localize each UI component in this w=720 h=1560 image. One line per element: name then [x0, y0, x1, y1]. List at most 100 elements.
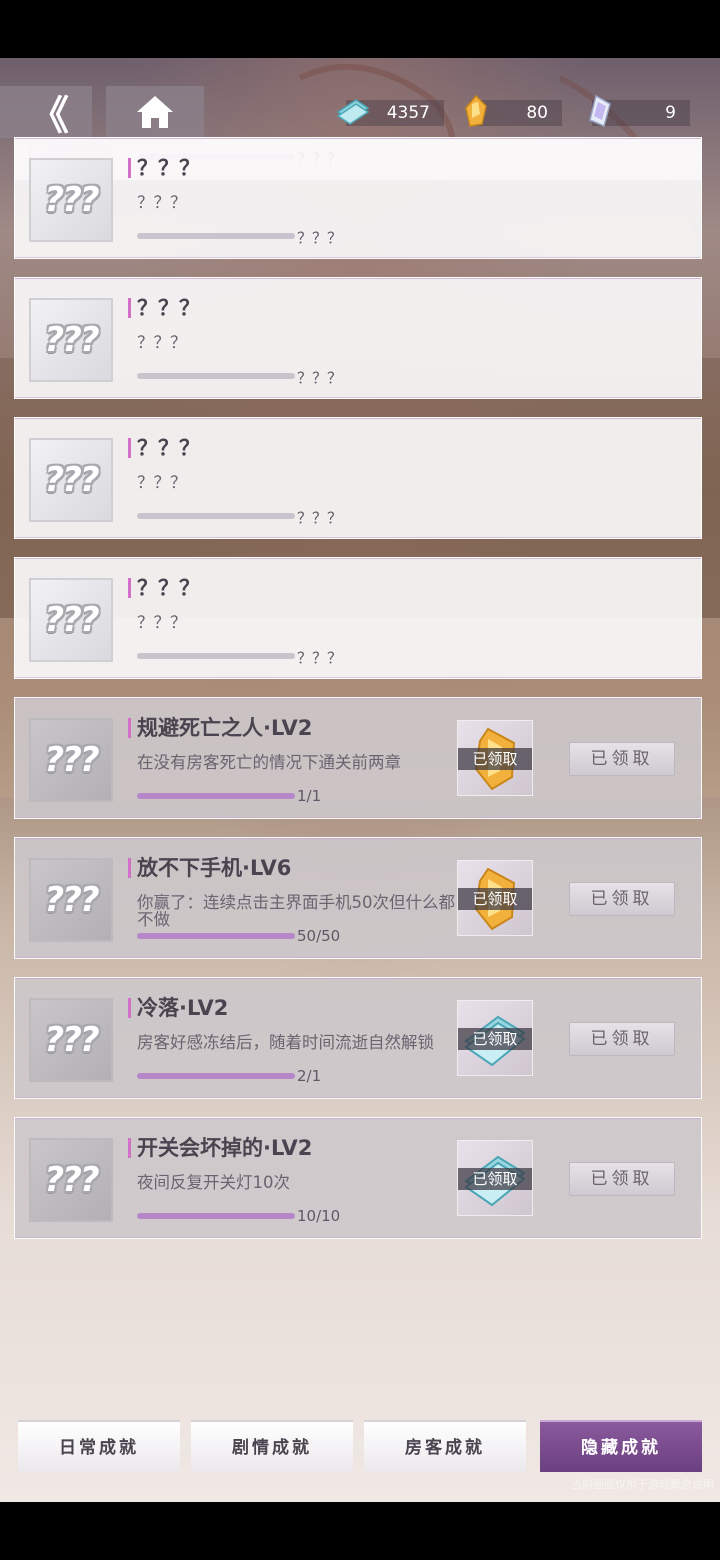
- home-button[interactable]: [106, 86, 204, 138]
- achievement-list[interactable]: ??? ？？？ ？？？??? ？？？ ？？？ ？？？??? ？？？ ？？？ ？？？??? ？？？ ？…: [14, 137, 702, 1317]
- achievement-card[interactable]: ??? 冷落·LV2 房客好感冻结后，随着时间流逝自然解锁 2/1 已领取 已领取: [14, 977, 702, 1099]
- thumb-text: ???: [44, 460, 99, 500]
- resource-prism: 9: [589, 94, 690, 128]
- claim-button[interactable]: 已领取: [569, 882, 675, 916]
- achievement-description: 在没有房客死亡的情况下通关前两章: [137, 753, 401, 772]
- achievement-thumbnail: ???: [29, 438, 113, 522]
- progress-text: ？？？: [297, 229, 343, 247]
- achievement-title: ？？？: [137, 576, 200, 600]
- achievement-card[interactable]: ??? 规避死亡之人·LV2 在没有房客死亡的情况下通关前两章 1/1 已领取 已领取: [14, 697, 702, 819]
- progress-text: 50/50: [297, 927, 341, 945]
- achievement-description: 你赢了：连续点击主界面手机50次但什么都不做: [137, 893, 455, 929]
- achievement-thumbnail: ???: [29, 998, 113, 1082]
- progress-bar: [137, 1213, 295, 1219]
- reward-claimed-tag: 已领取: [458, 1028, 532, 1050]
- progress-fill: [137, 1073, 295, 1079]
- progress-fill: [137, 933, 295, 939]
- category-tabs: 日常成就 剧情成就 房客成就 隐藏成就: [0, 1420, 720, 1476]
- back-button[interactable]: 《: [0, 86, 92, 139]
- title-accent: [128, 438, 131, 458]
- achievement-description: 夜间反复开关灯10次: [137, 1173, 290, 1192]
- thumb-text: ???: [44, 600, 99, 640]
- tab-3[interactable]: 隐藏成就: [540, 1420, 702, 1472]
- progress-fill: [137, 1213, 295, 1219]
- achievement-card[interactable]: ??? ？？？ ？？？ ？？？: [14, 277, 702, 399]
- title-accent: [128, 578, 131, 598]
- thumb-text: ???: [44, 1160, 99, 1200]
- achievement-title: ？？？: [137, 156, 200, 180]
- progress-bar: [137, 653, 295, 659]
- prism-count: 9: [665, 103, 676, 123]
- resource-amber: 80: [465, 94, 562, 127]
- progress-bar: [137, 233, 295, 239]
- achievement-card[interactable]: ??? 放不下手机·LV6 你赢了：连续点击主界面手机50次但什么都不做 50/50 已…: [14, 837, 702, 959]
- achievement-card[interactable]: ??? 开关会坏掉的·LV2 夜间反复开关灯10次 10/10 已领取 已领取: [14, 1117, 702, 1239]
- achievement-thumbnail: ???: [29, 298, 113, 382]
- title-accent: [128, 158, 131, 178]
- tickets-count: 4357: [386, 103, 430, 123]
- thumb-text: ???: [44, 1020, 99, 1060]
- achievement-description: ？？？: [137, 193, 187, 212]
- progress-bar: [137, 1073, 295, 1079]
- prism-crystal-icon: [589, 94, 611, 128]
- progress-text: ？？？: [297, 369, 343, 387]
- achievement-thumbnail: ???: [29, 1138, 113, 1222]
- progress-bar: [137, 933, 295, 939]
- achievement-card[interactable]: ??? ？？？ ？？？ ？？？: [14, 557, 702, 679]
- amber-crystal-icon: [465, 94, 487, 127]
- claim-button[interactable]: 已领取: [569, 1022, 675, 1056]
- top-bar: 《 4357 80 9: [0, 86, 720, 140]
- achievement-description: 房客好感冻结后，随着时间流逝自然解锁: [137, 1033, 434, 1052]
- title-accent: [128, 298, 131, 318]
- reward-item[interactable]: 已领取: [457, 1140, 533, 1216]
- title-accent: [128, 858, 131, 878]
- title-accent: [128, 998, 131, 1018]
- achievement-description: ？？？: [137, 613, 187, 632]
- reward-claimed-tag: 已领取: [458, 748, 532, 770]
- achievement-title: 规避死亡之人·LV2: [137, 716, 313, 740]
- watermark: 当前画面仅用于游戏概念说明: [571, 1478, 714, 1491]
- achievement-title: 冷落·LV2: [137, 996, 229, 1020]
- progress-bar: [137, 793, 295, 799]
- title-accent: [128, 1138, 131, 1158]
- progress-bar: [137, 373, 295, 379]
- thumb-text: ???: [44, 320, 99, 360]
- progress-text: 10/10: [297, 1207, 341, 1225]
- achievement-description: ？？？: [137, 473, 187, 492]
- progress-fill: [137, 793, 295, 799]
- title-accent: [128, 718, 131, 738]
- home-icon: [137, 96, 173, 128]
- reward-claimed-tag: 已领取: [458, 1168, 532, 1190]
- amber-count: 80: [526, 103, 548, 123]
- reward-item[interactable]: 已领取: [457, 860, 533, 936]
- achievement-description: ？？？: [137, 333, 187, 352]
- tab-1[interactable]: 剧情成就: [191, 1420, 353, 1472]
- reward-item[interactable]: 已领取: [457, 720, 533, 796]
- double-chevron-left-icon: 《: [29, 93, 69, 139]
- achievement-thumbnail: ???: [29, 578, 113, 662]
- ticket-icon: [336, 99, 370, 125]
- progress-text: ？？？: [297, 509, 343, 527]
- progress-text: 2/1: [297, 1067, 322, 1085]
- achievement-card[interactable]: ??? ？？？ ？？？ ？？？: [14, 137, 702, 259]
- achievement-thumbnail: ???: [29, 718, 113, 802]
- achievement-title: ？？？: [137, 296, 200, 320]
- progress-text: ？？？: [297, 649, 343, 667]
- progress-text: 1/1: [297, 787, 322, 805]
- thumb-text: ???: [44, 180, 99, 220]
- tab-0[interactable]: 日常成就: [18, 1420, 180, 1472]
- tab-2[interactable]: 房客成就: [364, 1420, 526, 1472]
- resource-tickets: 4357: [336, 99, 444, 126]
- achievement-title: 放不下手机·LV6: [137, 856, 292, 880]
- reward-item[interactable]: 已领取: [457, 1000, 533, 1076]
- thumb-text: ???: [44, 740, 99, 780]
- claim-button[interactable]: 已领取: [569, 1162, 675, 1196]
- reward-claimed-tag: 已领取: [458, 888, 532, 910]
- achievement-card[interactable]: ??? ？？？ ？？？ ？？？: [14, 417, 702, 539]
- achievement-thumbnail: ???: [29, 158, 113, 242]
- progress-bar: [137, 513, 295, 519]
- achievement-thumbnail: ???: [29, 858, 113, 942]
- achievement-title: ？？？: [137, 436, 200, 460]
- thumb-text: ???: [44, 880, 99, 920]
- claim-button[interactable]: 已领取: [569, 742, 675, 776]
